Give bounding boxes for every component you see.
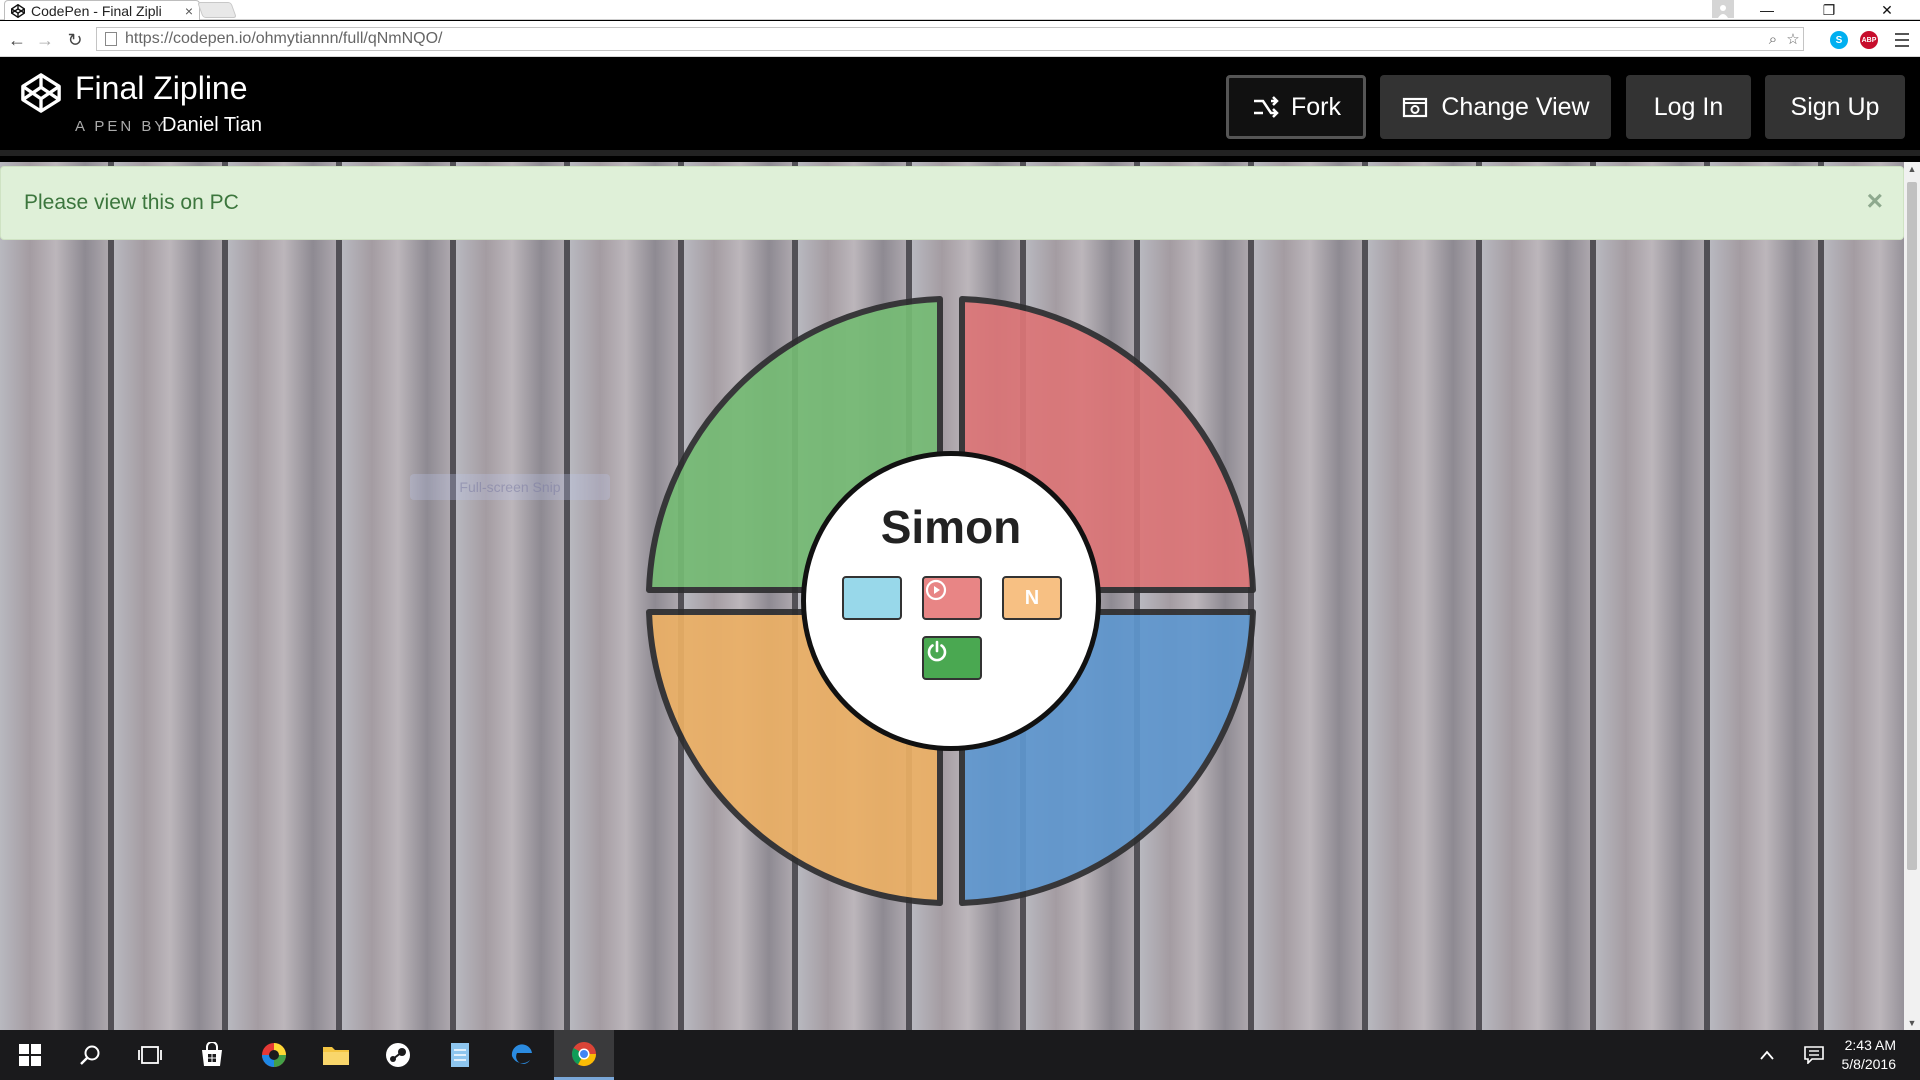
close-window-button[interactable]: ✕	[1864, 0, 1910, 20]
signup-button[interactable]: Sign Up	[1765, 75, 1905, 139]
url-text[interactable]: https://codepen.io/ohmytiannn/full/qNmNQ…	[125, 30, 1763, 48]
scroll-down-arrow-icon[interactable]: ▼	[1904, 1016, 1920, 1030]
fork-label: Fork	[1291, 92, 1341, 121]
zoom-icon[interactable]: ⌕	[1763, 31, 1783, 48]
codepen-header: Final Zipline A PEN BY Daniel Tian Fork …	[0, 58, 1920, 156]
simon-title: Simon	[880, 501, 1022, 553]
start-button[interactable]	[0, 1030, 60, 1080]
action-center-icon[interactable]	[1796, 1030, 1832, 1080]
pen-by-label: A PEN BY	[75, 118, 168, 135]
start-button[interactable]	[922, 576, 982, 620]
alert-banner: Please view this on PC ×	[0, 166, 1904, 240]
change-view-button[interactable]: Change View	[1380, 75, 1611, 139]
fork-button[interactable]: Fork	[1226, 75, 1366, 139]
browser-menu-icon[interactable]	[1894, 31, 1910, 49]
browser-tab-strip: CodePen - Final Zipli × — ❐ ✕	[0, 0, 1920, 20]
tray-chevron-icon[interactable]	[1752, 1030, 1782, 1080]
clock-date: 5/8/2016	[1841, 1056, 1897, 1072]
pen-author-link[interactable]: Daniel Tian	[162, 114, 262, 137]
tab-close-icon[interactable]: ×	[185, 3, 193, 19]
alert-message: Please view this on PC	[24, 191, 239, 214]
power-button[interactable]	[922, 636, 982, 680]
snip-tooltip: Full-screen Snip	[410, 474, 610, 500]
notepad-icon[interactable]	[430, 1030, 490, 1080]
play-circle-icon	[925, 579, 947, 601]
alert-close-button[interactable]: ×	[1867, 185, 1883, 217]
change-view-label: Change View	[1441, 92, 1590, 121]
address-bar[interactable]: https://codepen.io/ohmytiannn/full/qNmNQ…	[96, 27, 1804, 51]
pen-output: Please view this on PC × Full-screen Sni…	[0, 162, 1904, 1030]
simon-game-board: Simon N	[640, 290, 1262, 912]
tab-title: CodePen - Final Zipli	[31, 2, 162, 19]
back-arrow-icon[interactable]: ←	[6, 29, 28, 51]
browser-toolbar: ← → ↻ https://codepen.io/ohmytiannn/full…	[0, 21, 1920, 57]
simon-control-panel: Simon N	[801, 451, 1101, 751]
login-button[interactable]: Log In	[1626, 75, 1751, 139]
bookmark-star-icon[interactable]: ☆	[1783, 30, 1803, 48]
reload-icon[interactable]: ↻	[64, 29, 86, 51]
scroll-up-arrow-icon[interactable]: ▲	[1904, 162, 1920, 176]
change-view-icon	[1403, 97, 1428, 118]
color-wheel-app-icon[interactable]	[244, 1030, 304, 1080]
power-icon	[927, 640, 947, 662]
task-view-icon[interactable]	[120, 1030, 180, 1080]
minimize-button[interactable]: —	[1744, 0, 1790, 20]
page-scrollbar[interactable]: ▲ ▼	[1904, 162, 1920, 1030]
pen-title: Final Zipline	[75, 70, 248, 106]
browser-tab[interactable]: CodePen - Final Zipli ×	[4, 0, 200, 20]
clock-time: 2:43 AM	[1844, 1037, 1896, 1053]
page-icon	[105, 32, 117, 46]
clock[interactable]: 2:43 AM 5/8/2016	[1842, 1036, 1897, 1074]
adblock-plus-icon[interactable]: ABP	[1860, 31, 1878, 49]
maximize-button[interactable]: ❐	[1806, 0, 1852, 20]
profile-icon[interactable]	[1712, 0, 1734, 18]
windows-taskbar: 2:43 AM 5/8/2016	[0, 1030, 1920, 1080]
windows-logo-icon	[19, 1044, 41, 1066]
fork-icon	[1254, 96, 1279, 118]
file-explorer-icon[interactable]	[306, 1030, 366, 1080]
skype-extension-icon[interactable]: S	[1830, 31, 1848, 49]
scrollbar-thumb[interactable]	[1907, 182, 1917, 870]
codepen-logo-icon[interactable]	[20, 72, 62, 114]
new-tab-button[interactable]	[197, 2, 237, 18]
strict-mode-button[interactable]: N	[1002, 576, 1062, 620]
edge-browser-icon[interactable]	[492, 1030, 552, 1080]
search-icon[interactable]	[60, 1030, 120, 1080]
forward-arrow-icon[interactable]: →	[34, 29, 56, 51]
steam-icon[interactable]	[368, 1030, 428, 1080]
count-display	[842, 576, 902, 620]
codepen-favicon-icon	[11, 3, 25, 18]
store-icon[interactable]	[182, 1030, 242, 1080]
chrome-icon[interactable]	[554, 1030, 614, 1080]
